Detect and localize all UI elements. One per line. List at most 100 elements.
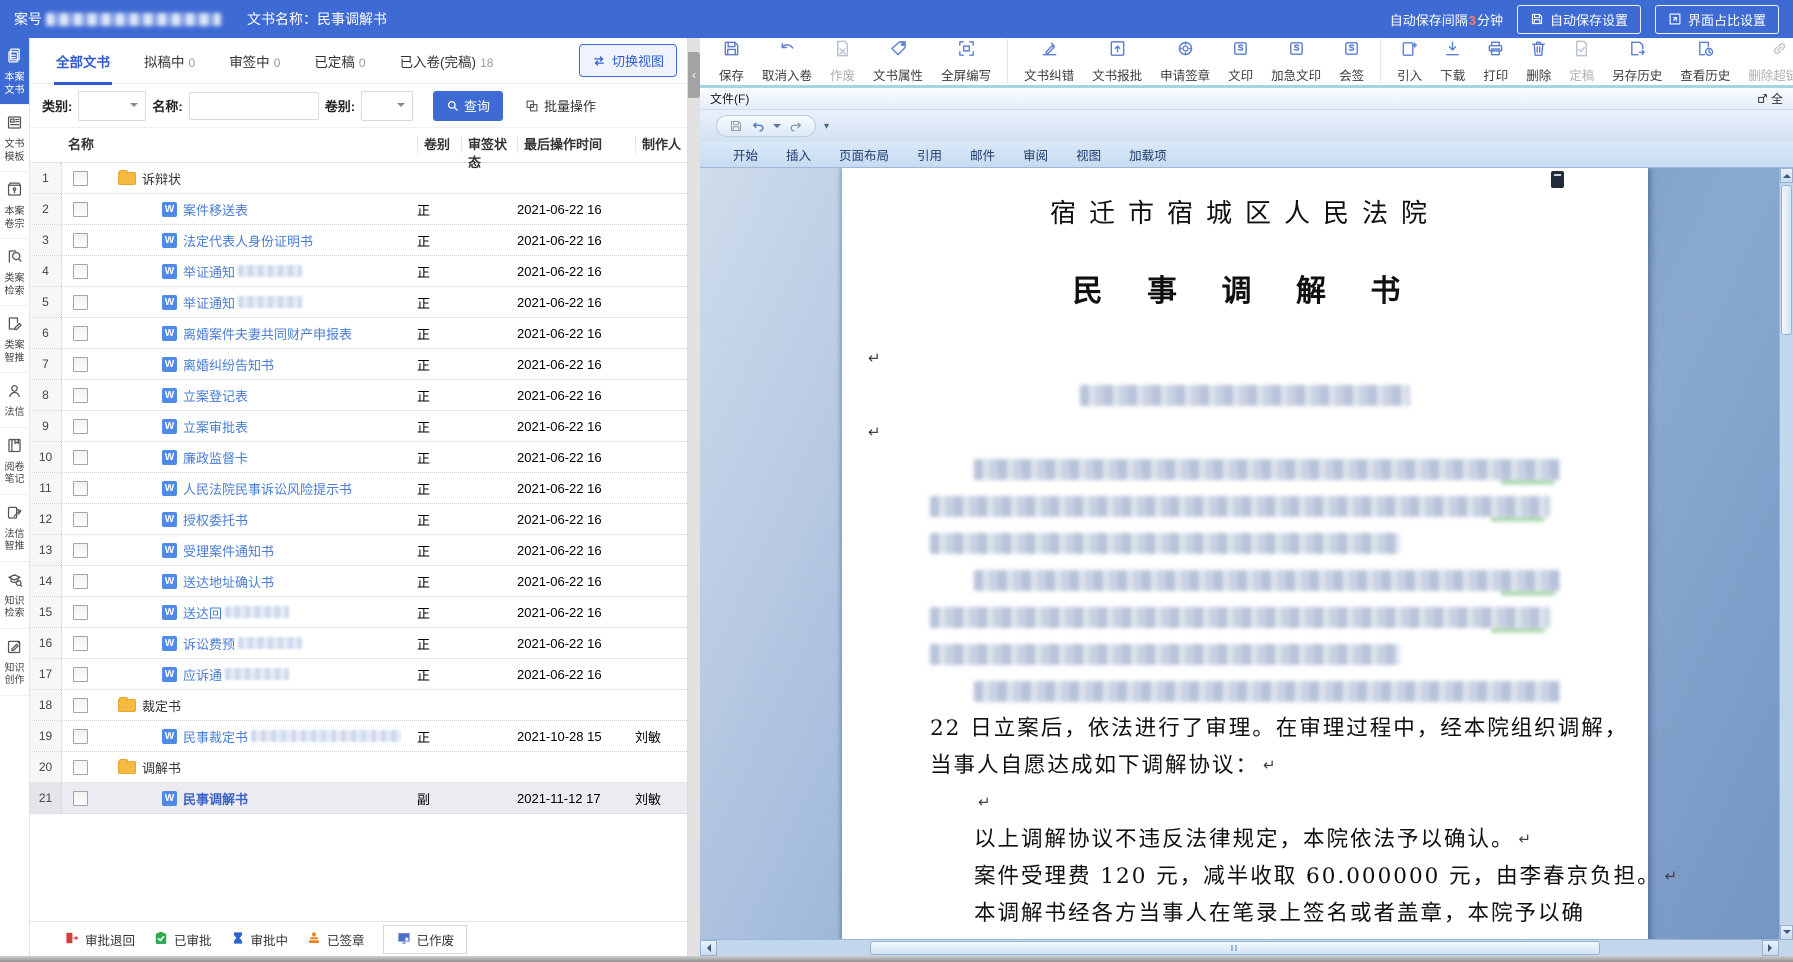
undo-dropdown-caret[interactable]: [773, 124, 781, 132]
document-link[interactable]: 人民法院民事诉讼风险提示书: [183, 479, 352, 498]
row-checkbox[interactable]: [73, 264, 88, 279]
document-link[interactable]: 民事裁定书: [183, 727, 248, 746]
sidebar-item[interactable]: 本案卷宗: [0, 172, 29, 239]
toolbar-button[interactable]: 引入: [1388, 39, 1431, 84]
scroll-right-button[interactable]: [1762, 940, 1779, 956]
legend-item[interactable]: 已作废: [383, 925, 468, 954]
row-checkbox[interactable]: [73, 171, 88, 186]
expand-editor-button[interactable]: 全: [1757, 90, 1783, 107]
scroll-up-button[interactable]: [1780, 168, 1793, 183]
sidebar-item[interactable]: 知识检索: [0, 562, 29, 629]
table-row[interactable]: 6 W 离婚案件夫妻共同财产申报表 离婚案件夫妻共同财产申报表 正: [30, 318, 687, 349]
name-filter-input[interactable]: [189, 92, 319, 120]
sidebar-item[interactable]: 本案文书: [0, 38, 29, 105]
ribbon-tab[interactable]: 引用: [904, 141, 955, 168]
files-tab[interactable]: 已入卷(完稿)18: [398, 37, 496, 85]
document-link[interactable]: 授权委托书: [183, 510, 248, 529]
table-row[interactable]: 20 W 调解书 调解书: [30, 752, 687, 783]
ribbon-tab[interactable]: 页面布局: [826, 141, 902, 168]
sidebar-item[interactable]: 文书模板: [0, 105, 29, 172]
table-row[interactable]: 9 W 立案审批表 立案审批表 正 2021-06-22 1: [30, 411, 687, 442]
collapse-panel-button[interactable]: ‹: [688, 52, 700, 98]
document-link[interactable]: 送达地址确认书: [183, 572, 274, 591]
document-link[interactable]: 受理案件通知书: [183, 541, 274, 560]
table-row[interactable]: 3 W 法定代表人身份证明书 法定代表人身份证明书 正 20: [30, 225, 687, 256]
document-link[interactable]: 举证通知: [183, 293, 235, 312]
volume-select[interactable]: [361, 91, 413, 121]
document-page[interactable]: 宿迁市宿城区人民法院 民 事 调 解 书 ↵ ↵: [842, 168, 1648, 956]
sidebar-item[interactable]: 法信智推: [0, 495, 29, 562]
row-checkbox[interactable]: [73, 512, 88, 527]
row-checkbox[interactable]: [73, 574, 88, 589]
undo-icon[interactable]: [751, 119, 765, 133]
document-link[interactable]: 法定代表人身份证明书: [183, 231, 313, 250]
batch-actions-button[interactable]: 批量操作: [525, 96, 596, 115]
table-row[interactable]: 15 W 送达回 送达回 正 2021-06-22 16: [30, 597, 687, 628]
legend-item[interactable]: 审批中: [230, 930, 289, 949]
toolbar-button[interactable]: 另存历史: [1603, 39, 1671, 84]
horizontal-scrollbar[interactable]: [700, 939, 1779, 956]
row-checkbox[interactable]: [73, 202, 88, 217]
category-select[interactable]: [78, 91, 146, 121]
files-tab[interactable]: 审签中0: [227, 37, 282, 85]
document-link[interactable]: 立案审批表: [183, 417, 248, 436]
ribbon-tab[interactable]: 加载项: [1116, 141, 1180, 168]
table-row[interactable]: 17 W 应诉通 应诉通 正 2021-06-22 16: [30, 659, 687, 690]
search-button[interactable]: 查询: [433, 91, 503, 121]
toolbar-button[interactable]: 会签: [1330, 39, 1381, 84]
document-link[interactable]: 应诉通: [183, 665, 222, 684]
scroll-down-button[interactable]: [1780, 925, 1793, 940]
vertical-scrollbar[interactable]: [1779, 168, 1793, 940]
ribbon-tab[interactable]: 插入: [773, 141, 824, 168]
table-row[interactable]: 21 W 民事调解书 民事调解书 副 2021-11-12: [30, 783, 687, 814]
customize-qat-button[interactable]: ▾: [824, 121, 829, 132]
toolbar-button[interactable]: 定稿: [1560, 39, 1603, 84]
toolbar-button[interactable]: 文书报批: [1083, 39, 1151, 84]
toolbar-button[interactable]: 删除: [1517, 39, 1560, 84]
toolbar-button[interactable]: 作废: [821, 39, 864, 84]
table-row[interactable]: 16 W 诉讼费预 诉讼费预 正 2021-06-22 16: [30, 628, 687, 659]
quick-save-icon[interactable]: [729, 119, 743, 133]
files-tab[interactable]: 拟稿中0: [142, 37, 197, 85]
row-checkbox[interactable]: [73, 450, 88, 465]
redo-icon[interactable]: [789, 119, 803, 133]
row-checkbox[interactable]: [73, 667, 88, 682]
table-row[interactable]: 1 W 诉辩状 诉辩状: [30, 163, 687, 194]
legend-item[interactable]: 已签章: [306, 930, 365, 949]
files-tab[interactable]: 已定稿0: [312, 37, 367, 85]
toolbar-button[interactable]: 保存: [710, 39, 753, 84]
row-checkbox[interactable]: [73, 729, 88, 744]
file-menu[interactable]: 文件(F): [710, 90, 749, 107]
toolbar-button[interactable]: 删除超链接: [1739, 39, 1793, 84]
document-link[interactable]: 送达回: [183, 603, 222, 622]
table-row[interactable]: 18 W 裁定书 裁定书: [30, 690, 687, 721]
table-row[interactable]: 4 W 举证通知 举证通知 正 2021-06-22 16: [30, 256, 687, 287]
toolbar-button[interactable]: 文印: [1219, 39, 1262, 84]
ribbon-tab[interactable]: 视图: [1063, 141, 1114, 168]
document-link[interactable]: 立案登记表: [183, 386, 248, 405]
sidebar-item[interactable]: 知识创作: [0, 629, 29, 696]
legend-item[interactable]: 已审批: [153, 930, 212, 949]
table-row[interactable]: 8 W 立案登记表 立案登记表 正 2021-06-22 1: [30, 380, 687, 411]
ribbon-tab[interactable]: 开始: [720, 141, 771, 168]
sidebar-item[interactable]: 法信: [0, 373, 29, 428]
row-checkbox[interactable]: [73, 388, 88, 403]
switch-view-button[interactable]: 切换视图: [579, 44, 677, 77]
toolbar-button[interactable]: 文书属性: [864, 39, 932, 84]
sidebar-item[interactable]: 阅卷笔记: [0, 428, 29, 495]
document-link[interactable]: 案件移送表: [183, 200, 248, 219]
document-link[interactable]: 廉政监督卡: [183, 448, 248, 467]
row-checkbox[interactable]: [73, 295, 88, 310]
toolbar-button[interactable]: 文书纠错: [1015, 39, 1083, 84]
toolbar-button[interactable]: 下载: [1431, 39, 1474, 84]
table-row[interactable]: 14 W 送达地址确认书 送达地址确认书 正 2021-06: [30, 566, 687, 597]
row-checkbox[interactable]: [73, 543, 88, 558]
table-row[interactable]: 7 W 离婚纠纷告知书 离婚纠纷告知书 正 2021-06-: [30, 349, 687, 380]
vertical-scroll-thumb[interactable]: [1781, 185, 1792, 335]
toolbar-button[interactable]: 取消入卷: [753, 39, 821, 84]
ribbon-tab[interactable]: 邮件: [957, 141, 1008, 168]
document-link[interactable]: 离婚案件夫妻共同财产申报表: [183, 324, 352, 343]
document-link[interactable]: 民事调解书: [183, 789, 248, 808]
document-link[interactable]: 举证通知: [183, 262, 235, 281]
toolbar-button[interactable]: 全屏编写: [932, 39, 1008, 84]
